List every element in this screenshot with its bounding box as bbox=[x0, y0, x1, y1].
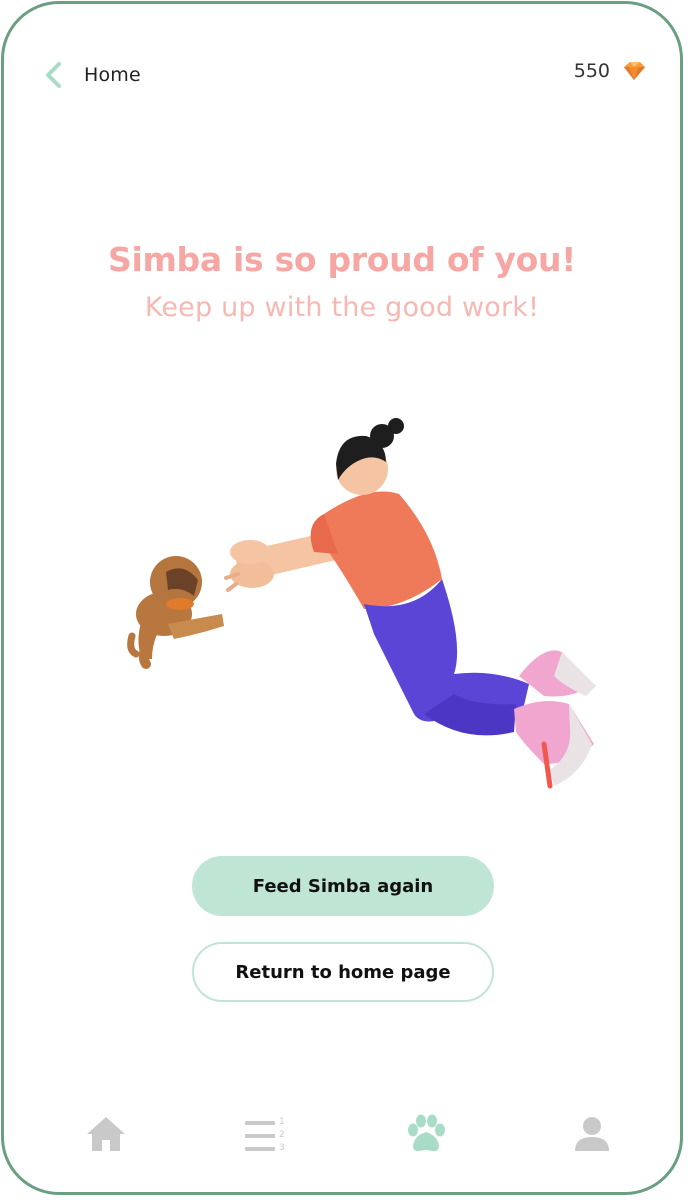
gem-icon bbox=[622, 60, 646, 82]
dog-figure bbox=[127, 556, 224, 669]
woman-head bbox=[336, 418, 404, 495]
paw-icon bbox=[404, 1114, 448, 1158]
page-title: Simba is so proud of you! bbox=[107, 240, 576, 279]
nav-list[interactable]: 1 2 3 bbox=[242, 1112, 290, 1160]
woman-catching-dog-illustration bbox=[124, 414, 604, 804]
list-digit-3: 3 bbox=[279, 1143, 285, 1153]
coin-count: 550 bbox=[573, 60, 610, 82]
nav-home[interactable] bbox=[82, 1112, 130, 1160]
coin-balance: 550 bbox=[574, 60, 646, 82]
feed-simba-button[interactable]: Feed Simba again bbox=[192, 856, 494, 916]
bottom-nav: 1 2 3 bbox=[4, 1104, 680, 1168]
back-button[interactable]: Home bbox=[40, 60, 141, 90]
nav-profile[interactable] bbox=[568, 1112, 616, 1160]
profile-icon bbox=[572, 1115, 612, 1157]
page-subtitle: Keep up with the good work! bbox=[144, 292, 540, 323]
home-icon bbox=[85, 1115, 127, 1157]
shoes bbox=[514, 650, 596, 789]
list-digit-2: 2 bbox=[279, 1130, 285, 1140]
back-label: Home bbox=[84, 64, 141, 86]
numbered-list-icon: 1 2 3 bbox=[243, 1117, 289, 1155]
phone-frame: Home 550 Simba is so proud of you! Keep … bbox=[1, 1, 683, 1195]
return-home-button[interactable]: Return to home page bbox=[192, 942, 494, 1002]
list-digit-1: 1 bbox=[279, 1117, 285, 1127]
chevron-left-icon bbox=[40, 60, 66, 90]
nav-pet[interactable] bbox=[402, 1112, 450, 1160]
